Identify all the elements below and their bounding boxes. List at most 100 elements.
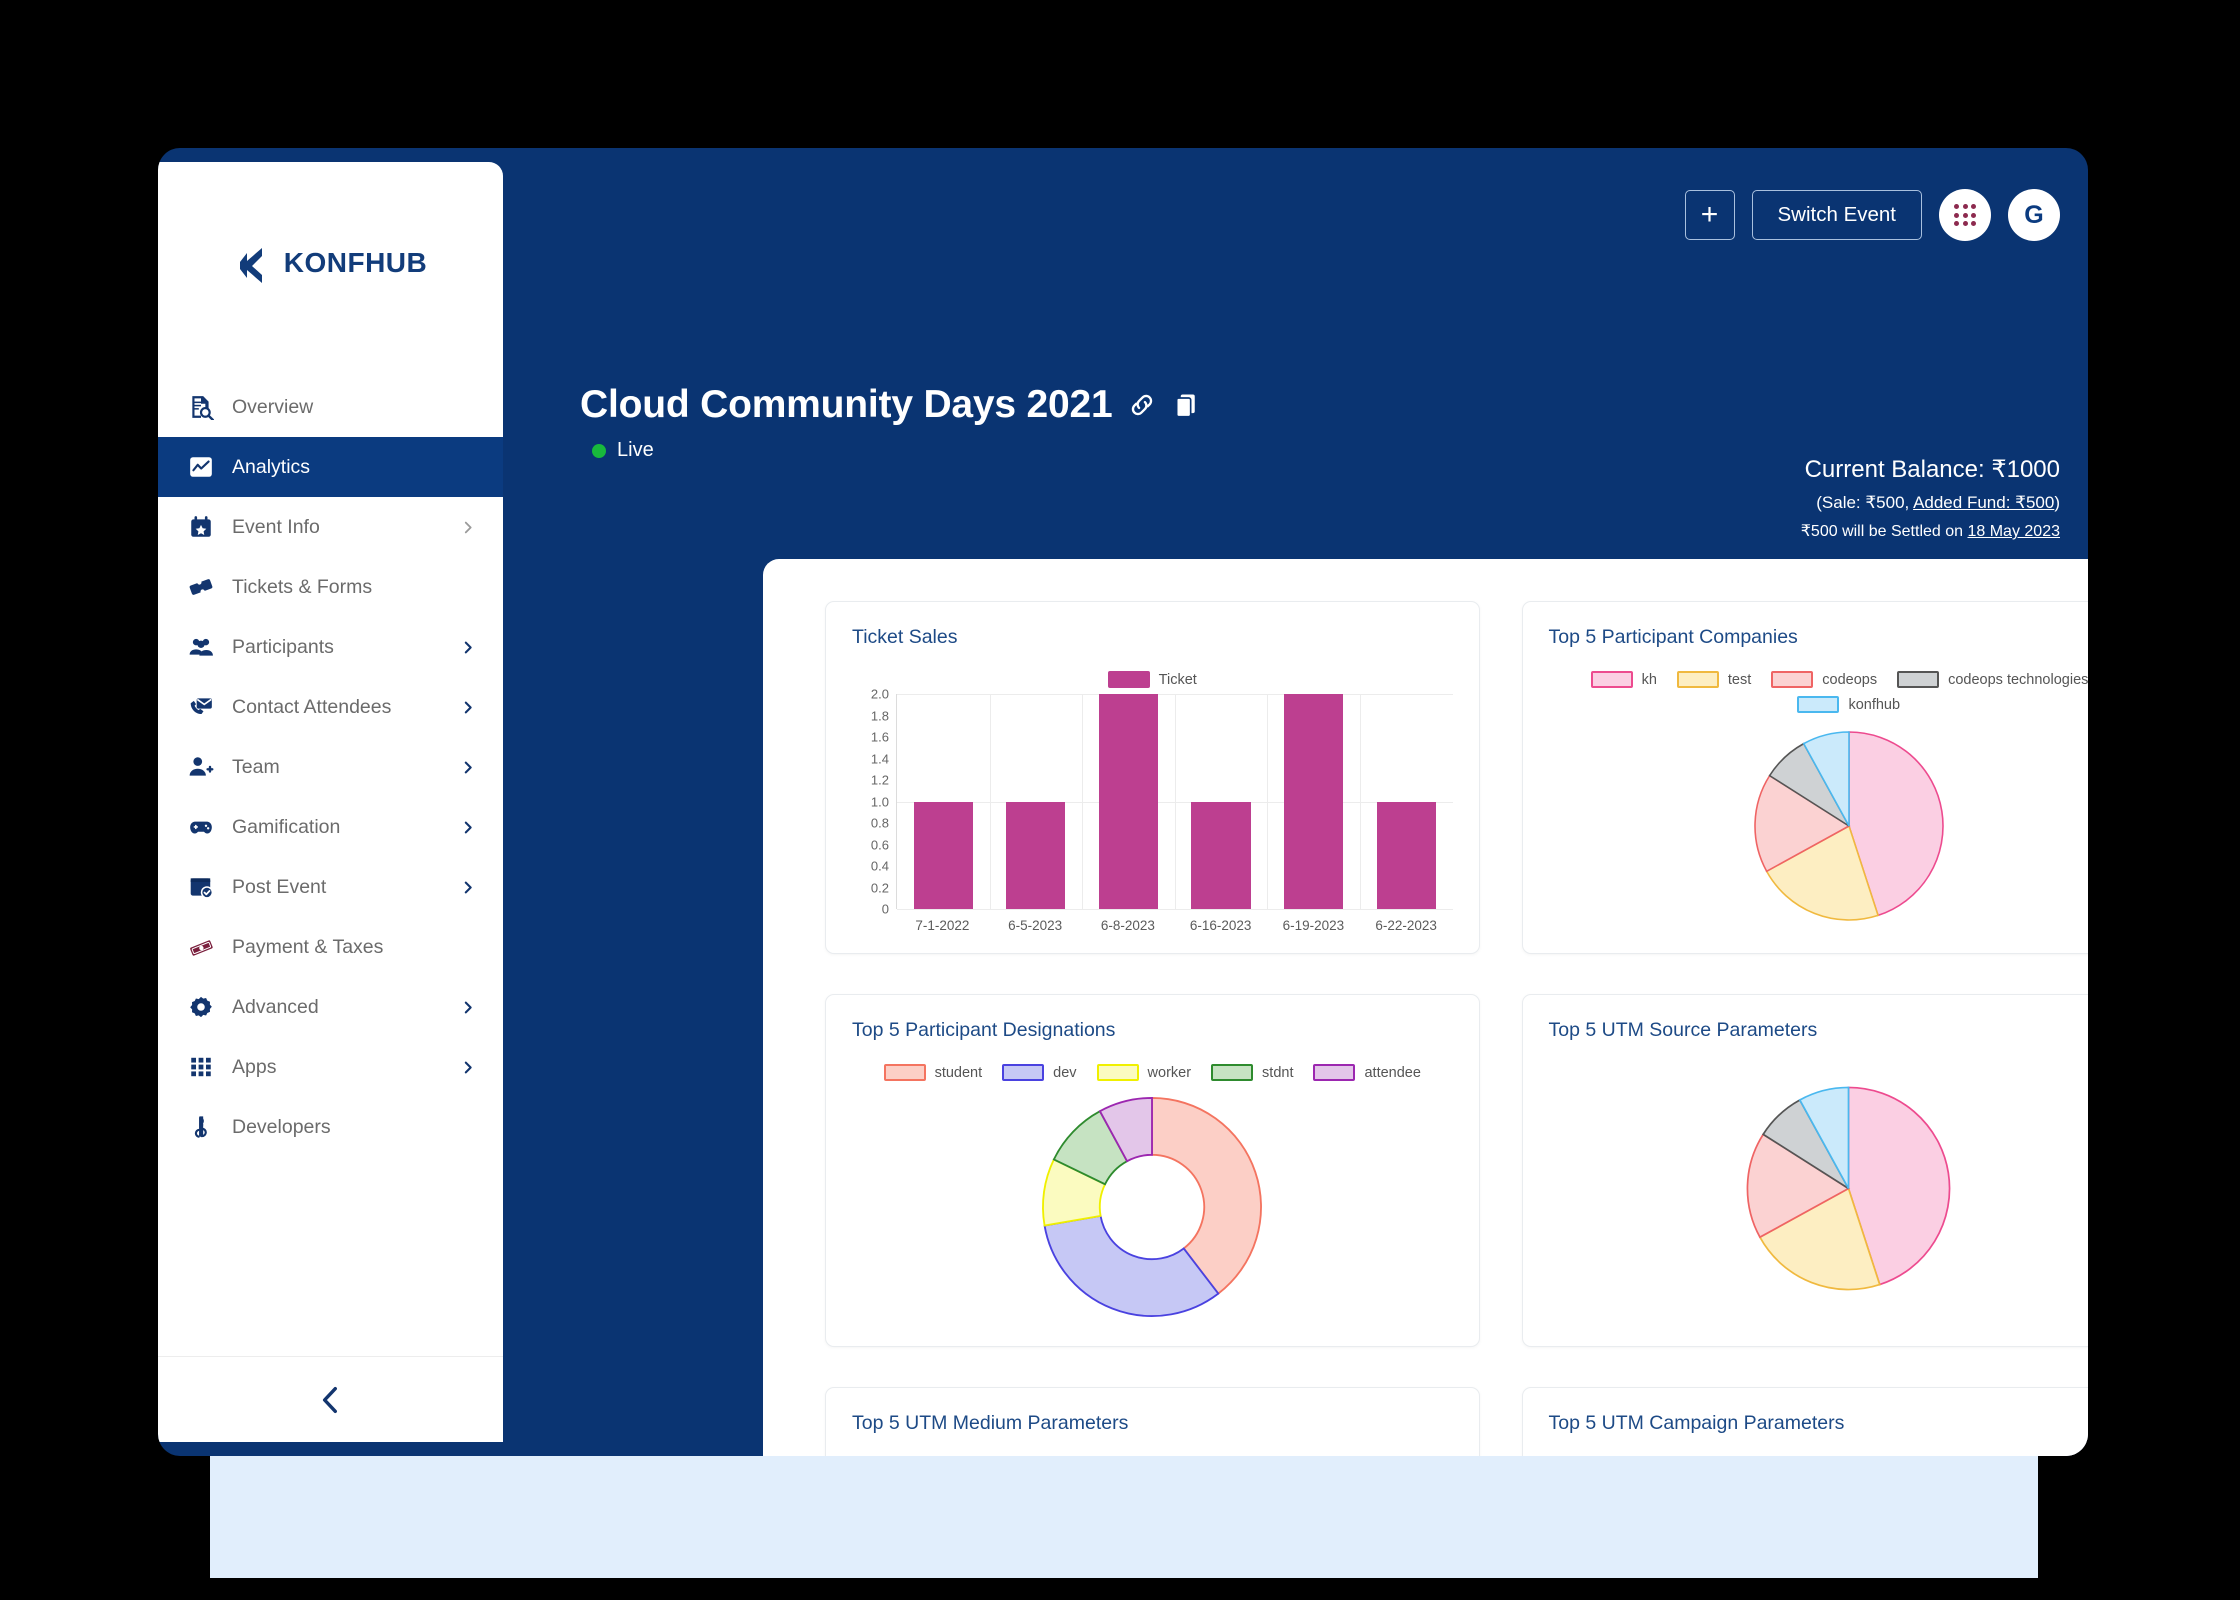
added-fund-link[interactable]: Added Fund: ₹500 <box>1913 493 2054 512</box>
avatar[interactable]: G <box>2008 189 2060 241</box>
legend-swatch <box>1107 671 1150 688</box>
legend-item[interactable]: stdnt <box>1211 1064 1293 1081</box>
apps-grid-button[interactable] <box>1939 189 1991 241</box>
sidebar-item-overview[interactable]: Overview <box>158 377 503 437</box>
pie-chart <box>1549 1050 2089 1326</box>
card-ticket-sales: Ticket Sales Ticket 0 0.2 0.4 0.6 0.8 1.0 1.2 1… <box>825 601 1480 954</box>
chevron-left-icon[interactable] <box>314 1383 348 1417</box>
sidebar-item-label: Team <box>232 755 280 778</box>
legend-label: attendee <box>1364 1064 1421 1081</box>
sidebar-item-advanced[interactable]: Advanced <box>158 977 503 1037</box>
legend-item[interactable]: student <box>883 1064 982 1081</box>
legend-swatch <box>1897 671 1940 688</box>
card-top-designations: Top 5 Participant Designations student de… <box>825 994 1480 1347</box>
bar[interactable] <box>1191 801 1251 909</box>
bar-chart: 0 0.2 0.4 0.6 0.8 1.0 1.2 1.4 1.6 1.8 2.0 <box>852 687 1453 917</box>
sidebar-item-contact-attendees[interactable]: Contact Attendees <box>158 677 503 737</box>
x-tick-label: 6-19-2023 <box>1282 918 1345 933</box>
card-utm-source: Top 5 UTM Source Parameters <box>1521 994 2089 1347</box>
settle-date-link[interactable]: 18 May 2023 <box>1967 523 2060 540</box>
bar[interactable] <box>1376 801 1436 909</box>
copy-icon[interactable] <box>1172 391 1200 419</box>
y-tick-label: 1.8 <box>870 708 889 723</box>
y-axis: 0 0.2 0.4 0.6 0.8 1.0 1.2 1.4 1.6 1.8 2.0 <box>854 687 896 917</box>
sidebar-item-label: Developers <box>232 1115 331 1138</box>
bar[interactable] <box>1283 694 1344 909</box>
sidebar-item-post-event[interactable]: Post Event <box>158 857 503 917</box>
mail-phone-icon <box>190 698 212 715</box>
legend-label: konfhub <box>1848 696 1901 713</box>
sidebar-item-gamification[interactable]: Gamification <box>158 797 503 857</box>
legend-item[interactable]: dev <box>1002 1064 1077 1081</box>
card-title: Top 5 Participant Designations <box>852 1019 1116 1041</box>
sidebar-item-team[interactable]: Team <box>158 737 503 797</box>
sidebar-item-label: Contact Attendees <box>232 695 392 718</box>
sidebar-item-analytics[interactable]: Analytics <box>158 437 503 497</box>
page-header: + Switch Event G Cloud Community Days 20… <box>503 148 2088 568</box>
sidebar-item-label: Participants <box>232 635 334 658</box>
gamepad-icon <box>190 821 212 834</box>
sidebar-item-label: Gamification <box>232 815 341 838</box>
legend-item[interactable]: codeops <box>1771 671 1877 688</box>
pie-slice[interactable] <box>1043 1214 1220 1317</box>
chevron-right-icon <box>462 641 475 654</box>
legend-swatch <box>1797 696 1840 713</box>
sidebar-item-label: Event Info <box>232 515 320 538</box>
legend-item[interactable]: kh <box>1590 671 1657 688</box>
y-tick-label: 1.0 <box>870 794 889 809</box>
bar-slot <box>1360 694 1453 909</box>
legend-label: codeops <box>1822 671 1878 688</box>
link-icon[interactable] <box>1128 391 1156 419</box>
bar[interactable] <box>1006 801 1066 909</box>
legend-label: kh <box>1641 671 1657 688</box>
balance-sale-prefix: (Sale: ₹500, <box>1816 493 1914 512</box>
chart-legend: kh test codeops codeops technologies llp kon… <box>1549 657 2088 719</box>
y-tick-label: 0.4 <box>870 858 889 874</box>
sidebar-item-label: Advanced <box>232 995 319 1018</box>
sidebar: KONFHUB Overview Analytics Event Info Ti… <box>158 162 503 1442</box>
bar[interactable] <box>913 801 973 909</box>
sidebar-item-tickets-forms[interactable]: Tickets & Forms <box>158 557 503 617</box>
money-icon <box>190 940 213 956</box>
plot-area <box>896 694 1453 910</box>
legend-item[interactable]: attendee <box>1313 1064 1421 1081</box>
brand-logo[interactable]: KONFHUB <box>158 162 503 307</box>
legend-item[interactable]: test <box>1676 671 1751 688</box>
x-tick-label: 7-1-2022 <box>915 918 970 933</box>
sidebar-item-event-info[interactable]: Event Info <box>158 497 503 557</box>
settle-prefix: ₹500 will be Settled on <box>1800 523 1968 540</box>
sidebar-item-developers[interactable]: Developers <box>158 1097 503 1157</box>
card-title: Top 5 Participant Companies <box>1548 626 1798 648</box>
legend-item[interactable]: codeops technologies llp <box>1897 671 2088 688</box>
legend-item[interactable]: konfhub <box>1797 696 1900 713</box>
current-balance: Current Balance: ₹1000 <box>1804 456 2060 483</box>
chart-legend: Ticket <box>852 657 1453 694</box>
sidebar-item-label: Payment & Taxes <box>232 935 384 958</box>
x-axis: 7-1-2022 6-5-2023 6-8-2023 6-16-2023 6-19-20… <box>852 918 1453 933</box>
card-title: Ticket Sales <box>852 626 958 648</box>
page-title: Cloud Community Days 2021 <box>580 383 1113 426</box>
brand-name: KONFHUB <box>283 246 428 278</box>
sidebar-item-payment-taxes[interactable]: Payment & Taxes <box>158 917 503 977</box>
chart-legend: student dev worker stdnt attendee <box>852 1050 1453 1087</box>
sidebar-item-label: Apps <box>232 1055 277 1078</box>
legend-label: stdnt <box>1262 1064 1294 1081</box>
legend-item[interactable]: worker <box>1096 1064 1192 1081</box>
balance-breakdown: (Sale: ₹500, Added Fund: ₹500) <box>1801 493 2060 513</box>
switch-event-button[interactable]: Switch Event <box>1751 190 1922 240</box>
sidebar-collapse-row <box>158 1356 503 1442</box>
developers-icon <box>194 1116 207 1138</box>
add-button[interactable]: + <box>1684 190 1735 240</box>
bar-slot <box>990 694 1083 909</box>
legend-label: Ticket <box>1158 671 1197 688</box>
sidebar-item-participants[interactable]: Participants <box>158 617 503 677</box>
bar-slot <box>1082 694 1175 909</box>
legend-label: worker <box>1147 1064 1192 1081</box>
bar[interactable] <box>1098 694 1159 909</box>
donut-svg <box>1042 1096 1263 1317</box>
y-tick-label: 1.6 <box>870 729 889 745</box>
status-badge: Live <box>592 439 1200 462</box>
legend-item[interactable]: Ticket <box>1107 671 1197 688</box>
sidebar-item-apps[interactable]: Apps <box>158 1037 503 1097</box>
gridline <box>897 909 1453 910</box>
